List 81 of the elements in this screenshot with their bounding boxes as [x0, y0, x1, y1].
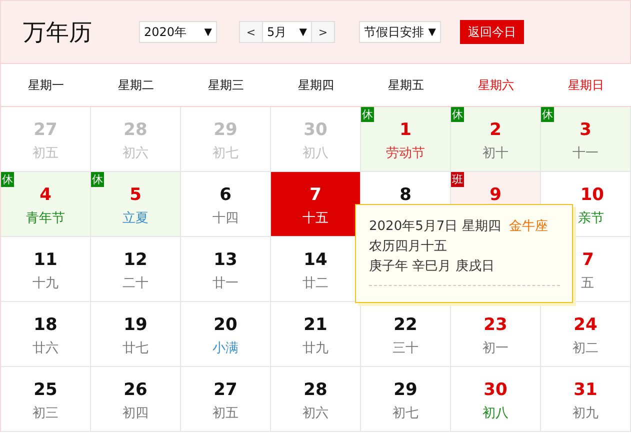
day-number: 26	[124, 379, 148, 401]
day-number: 2	[490, 119, 502, 141]
lunar-date: 小满	[212, 340, 238, 358]
lunar-date: 初八	[302, 145, 328, 163]
day-number: 29	[214, 119, 238, 141]
lunar-date: 廿二	[302, 275, 328, 293]
lunar-date: 十四	[212, 210, 238, 228]
day-number: 4	[40, 184, 52, 206]
day-number: 18	[34, 314, 58, 336]
day-number: 21	[304, 314, 328, 336]
day-number: 9	[490, 184, 502, 206]
day-number: 19	[124, 314, 148, 336]
day-number: 10	[580, 184, 604, 206]
day-number: 20	[214, 314, 238, 336]
lunar-date: 初七	[392, 405, 418, 423]
day-number: 27	[34, 119, 58, 141]
lunar-date: 初六	[122, 145, 148, 163]
day-number: 27	[214, 379, 238, 401]
lunar-date: 初八	[482, 405, 508, 423]
weekday-header: 星期三	[207, 76, 245, 94]
day-badge: 休	[361, 107, 374, 122]
day-badge: 休	[1, 172, 14, 187]
tooltip-ganzhi: 庚子年 辛巳月 庚戌日	[369, 258, 496, 276]
day-number: 31	[574, 379, 598, 401]
tooltip-lunar-date: 农历四月十五	[369, 238, 448, 256]
day-badge: 班	[451, 172, 464, 187]
lunar-date: 十五	[302, 210, 328, 228]
day-number: 12	[124, 249, 148, 271]
day-number: 7	[582, 249, 594, 271]
weekday-header: 星期四	[297, 76, 335, 94]
lunar-date: 二十	[122, 275, 148, 293]
day-number: 30	[484, 379, 508, 401]
lunar-date: 廿六	[32, 340, 58, 358]
lunar-date: 五	[581, 275, 594, 293]
lunar-date: 初六	[302, 405, 328, 423]
day-badge: 休	[541, 107, 554, 122]
lunar-date: 廿九	[302, 340, 328, 358]
app-title: 万年历	[23, 18, 93, 48]
lunar-date: 十九	[32, 275, 58, 293]
day-number: 22	[394, 314, 418, 336]
lunar-date: 初二	[572, 340, 598, 358]
lunar-date: 廿一	[212, 275, 238, 293]
weekday-header: 星期二	[117, 76, 155, 94]
day-number: 23	[484, 314, 508, 336]
weekday-header: 星期六	[477, 76, 515, 94]
day-badge: 休	[451, 107, 464, 122]
day-number: 5	[130, 184, 142, 206]
day-number: 30	[304, 119, 328, 141]
day-badge: 休	[91, 172, 104, 187]
day-number: 1	[400, 119, 412, 141]
lunar-date: 初三	[32, 405, 58, 423]
lunar-date: 初五	[32, 145, 58, 163]
weekday-header: 星期五	[387, 76, 425, 94]
lunar-date: 劳动节	[386, 145, 425, 163]
lunar-date: 初十	[482, 145, 508, 163]
day-number: 29	[394, 379, 418, 401]
day-number: 8	[400, 184, 412, 206]
day-number: 25	[34, 379, 58, 401]
day-number: 7	[310, 184, 322, 206]
weekday-header: 星期一	[27, 76, 65, 94]
day-number: 11	[34, 249, 58, 271]
lunar-date: 立夏	[122, 210, 148, 228]
lunar-date: 初五	[212, 405, 238, 423]
day-number: 28	[304, 379, 328, 401]
lunar-date: 三十	[392, 340, 418, 358]
lunar-date: 青年节	[26, 210, 65, 228]
lunar-date: 初四	[122, 405, 148, 423]
day-number: 13	[214, 249, 238, 271]
tooltip-date: 2020年5月7日 星期四	[369, 219, 501, 234]
lunar-date: 亲节	[578, 210, 604, 228]
day-number: 3	[580, 119, 592, 141]
lunar-date: 初七	[212, 145, 238, 163]
day-number: 14	[304, 249, 328, 271]
weekday-header: 星期日	[567, 76, 605, 94]
lunar-date: 廿七	[122, 340, 148, 358]
lunar-date: 初九	[572, 405, 598, 423]
day-number: 6	[220, 184, 232, 206]
lunar-date: 十一	[572, 145, 598, 163]
day-number: 24	[574, 314, 598, 336]
lunar-date: 初一	[482, 340, 508, 358]
day-number: 28	[124, 119, 148, 141]
